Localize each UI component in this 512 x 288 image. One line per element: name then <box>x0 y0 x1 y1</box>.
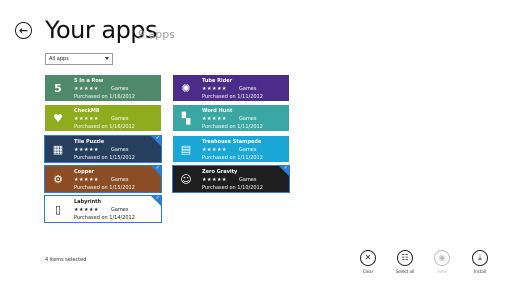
purchase-date: Purchased on 1/11/2012 <box>202 94 263 100</box>
app-icon: ☺ <box>180 172 192 186</box>
star-rating: ★★★★★ <box>74 86 99 92</box>
checkmark-icon: ✓ <box>155 196 160 201</box>
app-name: Tube Rider <box>202 78 233 84</box>
app-icon: ♥ <box>53 111 63 125</box>
purchase-date: Purchased on 1/11/2012 <box>202 124 263 130</box>
app-category: Games <box>111 86 129 92</box>
app-icon: ▯ <box>54 202 62 216</box>
star-rating: ★★★★★ <box>74 207 99 213</box>
app-icon: ▤ <box>180 142 192 156</box>
star-rating: ★★★★★ <box>74 177 99 183</box>
app-name: Treehouse Stampede <box>202 139 262 145</box>
star-rating: ★★★★★ <box>202 86 227 92</box>
app-name: Labyrinth <box>74 199 102 205</box>
chevron-down-icon <box>105 57 109 60</box>
filter-dropdown[interactable]: All apps <box>45 53 113 65</box>
back-arrow-icon: ← <box>18 24 29 37</box>
checkmark-icon: ✓ <box>155 166 160 171</box>
select-all-label: Select all <box>395 269 415 274</box>
app-name: Zero Gravity <box>202 169 238 175</box>
install-button[interactable]: ⤓ Install <box>468 250 492 274</box>
select-all-icon: ☷ <box>397 250 413 266</box>
select-all-button[interactable]: ☷ Select all <box>393 250 417 274</box>
app-category: Games <box>239 177 257 183</box>
star-rating: ★★★★★ <box>202 116 227 122</box>
back-button[interactable]: ← <box>15 22 32 39</box>
app-tile-5-in-a-row[interactable]: 5 5 In a Row ★★★★★ Games Purchased on 1/… <box>45 75 161 101</box>
app-icon: ✺ <box>181 81 191 95</box>
star-rating: ★★★★★ <box>202 147 227 153</box>
purchase-date: Purchased on 1/16/2012 <box>74 94 135 100</box>
star-rating: ★★★★★ <box>74 116 99 122</box>
app-name: Copper <box>74 169 95 175</box>
app-name: Tile Puzzle <box>74 139 105 145</box>
star-rating: ★★★★★ <box>202 177 227 183</box>
selection-status: 4 items selected <box>45 257 87 263</box>
purchase-date: Purchased on 1/14/2012 <box>74 215 135 221</box>
view-label: View <box>437 269 447 274</box>
app-tile-copper[interactable]: ⚙ Copper ★★★★★ Games Purchased on 1/15/2… <box>44 165 162 193</box>
clear-label: Clear <box>362 269 374 274</box>
purchase-date: Purchased on 1/15/2012 <box>74 155 135 161</box>
app-tile-word-hunt[interactable]: ▚ Word Hunt ★★★★★ Games Purchased on 1/1… <box>173 105 289 131</box>
view-button[interactable]: ◉ View <box>430 250 454 274</box>
app-category: Games <box>111 116 129 122</box>
app-tile-labyrinth[interactable]: ▯ Labyrinth ★★★★★ Games Purchased on 1/1… <box>44 195 162 223</box>
app-icon: ⚙ <box>53 172 63 186</box>
star-rating: ★★★★★ <box>74 147 99 153</box>
app-category: Games <box>239 116 257 122</box>
app-name: 5 In a Row <box>74 78 104 84</box>
app-tile-tile-puzzle[interactable]: ▦ Tile Puzzle ★★★★★ Games Purchased on 1… <box>44 135 162 163</box>
app-category: Games <box>111 147 129 153</box>
install-label: Install <box>473 269 487 274</box>
app-icon: ▚ <box>181 111 191 125</box>
purchase-date: Purchased on 1/10/2012 <box>202 185 263 191</box>
purchase-date: Purchased on 1/11/2012 <box>202 155 263 161</box>
checkmark-icon: ✓ <box>155 136 160 141</box>
purchase-date: Purchased on 1/15/2012 <box>74 185 135 191</box>
app-icon: ▦ <box>52 142 64 156</box>
eye-icon: ◉ <box>434 250 450 266</box>
close-icon: ✕ <box>360 250 376 266</box>
purchase-date: Purchased on 1/16/2012 <box>74 124 135 130</box>
app-category: Games <box>239 86 257 92</box>
app-name: CheckM8 <box>74 108 100 114</box>
app-tile-checkm8[interactable]: ♥ CheckM8 ★★★★★ Games Purchased on 1/16/… <box>45 105 161 131</box>
app-name: Word Hunt <box>202 108 233 114</box>
app-category: Games <box>111 207 129 213</box>
app-category: Games <box>239 147 257 153</box>
checkmark-icon: ✓ <box>283 166 288 171</box>
app-count: 9 apps <box>138 28 175 41</box>
app-icon: 5 <box>54 81 62 95</box>
download-icon: ⤓ <box>472 250 488 266</box>
app-tile-tube-rider[interactable]: ✺ Tube Rider ★★★★★ Games Purchased on 1/… <box>173 75 289 101</box>
app-category: Games <box>111 177 129 183</box>
app-tile-treehouse-stampede[interactable]: ▤ Treehouse Stampede ★★★★★ Games Purchas… <box>173 136 289 162</box>
app-tile-zero-gravity[interactable]: ☺ Zero Gravity ★★★★★ Games Purchased on … <box>172 165 290 193</box>
clear-button[interactable]: ✕ Clear <box>356 250 380 274</box>
filter-value: All apps <box>49 56 69 62</box>
